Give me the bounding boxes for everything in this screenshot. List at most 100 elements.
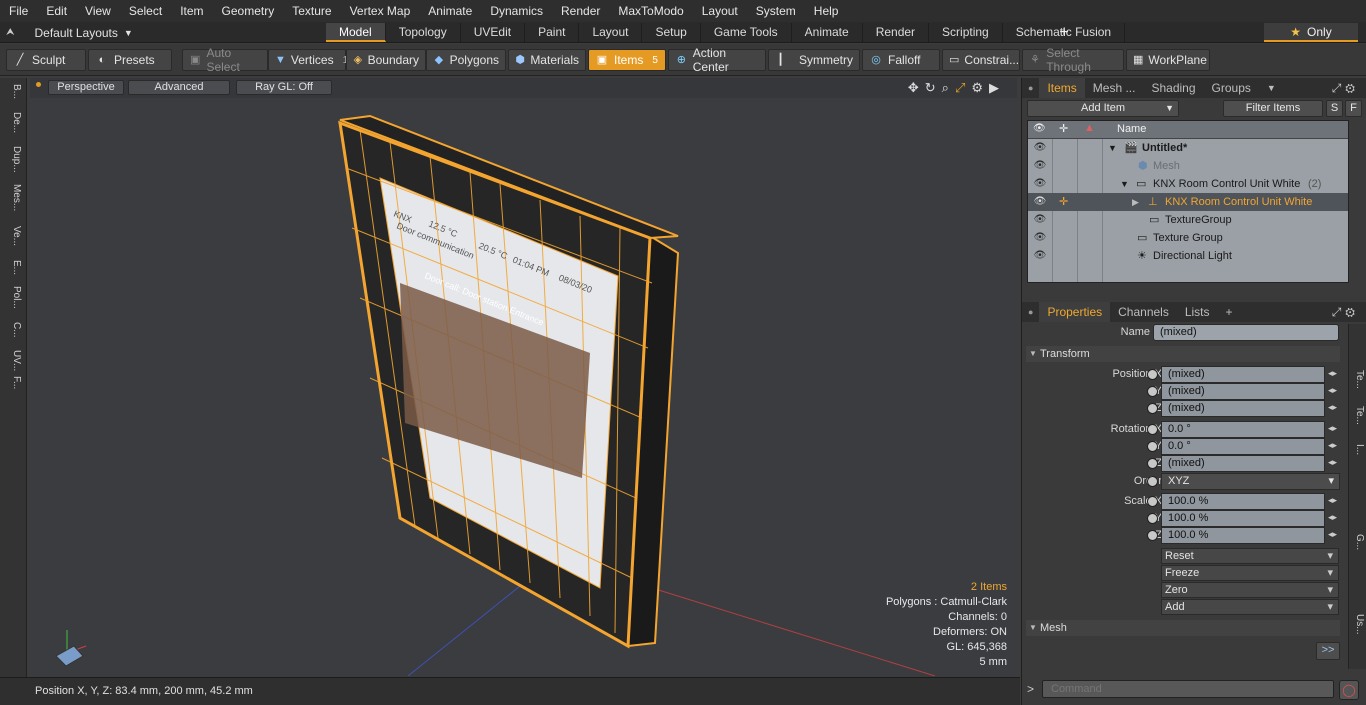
keyframe-dot[interactable]	[1147, 424, 1158, 435]
menu-texture[interactable]: Texture	[283, 0, 340, 22]
polygons-button[interactable]: ◆ Polygons	[426, 49, 506, 71]
presets-button[interactable]: ◐ Presets	[88, 49, 172, 71]
menu-animate[interactable]: Animate	[419, 0, 481, 22]
reset-button[interactable]: Reset	[1161, 548, 1339, 564]
tab-items[interactable]: Items	[1039, 78, 1085, 98]
tab-groups[interactable]: Groups	[1204, 78, 1259, 98]
materials-button[interactable]: ⬢ Materials	[508, 49, 586, 71]
left-tab[interactable]: B...	[4, 84, 22, 99]
menu-vertex-map[interactable]: Vertex Map	[341, 0, 420, 22]
keyframe-dot[interactable]	[1147, 530, 1158, 541]
visibility-eye-icon[interactable]: 👁	[1033, 175, 1047, 193]
name-field[interactable]: (mixed)	[1153, 324, 1339, 341]
left-tab[interactable]: F...	[4, 376, 22, 389]
left-tab[interactable]: De...	[4, 112, 22, 133]
add-tab-button[interactable]: +	[1218, 302, 1241, 322]
action-center-button[interactable]: ⊕ Action Center	[668, 46, 766, 74]
more-button[interactable]: >>	[1316, 642, 1340, 660]
name-column-header[interactable]: Name	[1117, 123, 1146, 135]
keyframe-dot[interactable]	[1147, 513, 1158, 524]
right-tab[interactable]: Us...	[1351, 614, 1365, 635]
tab-paint[interactable]: Paint	[525, 23, 580, 42]
panel-expand-gear-icon[interactable]: ⤢⚙	[1332, 302, 1359, 322]
keyframe-dot[interactable]	[1147, 441, 1158, 452]
f-button[interactable]: F	[1345, 100, 1362, 117]
auto-select-button[interactable]: ▣ Auto Select	[182, 46, 268, 74]
drag-arrows-icon[interactable]: ◂▸	[1328, 423, 1340, 436]
view-type-button[interactable]: Perspective	[48, 80, 124, 95]
menu-layout[interactable]: Layout	[693, 0, 747, 22]
menu-item[interactable]: Item	[171, 0, 212, 22]
falloff-button[interactable]: ◎ Falloff	[862, 49, 940, 71]
list-item[interactable]: 👁 ✛ ▶ ⊥ KNX Room Control Unit White	[1028, 193, 1348, 211]
drag-arrows-icon[interactable]: ◂▸	[1328, 495, 1340, 508]
tab-setup[interactable]: Setup	[642, 23, 701, 42]
drag-arrows-icon[interactable]: ◂▸	[1328, 440, 1340, 453]
default-layouts-dropdown[interactable]: ⮝ Default Layouts ▼	[6, 22, 133, 43]
right-tab[interactable]: Te...	[1351, 406, 1365, 425]
menu-file[interactable]: File	[0, 0, 37, 22]
tab-model[interactable]: Model	[326, 23, 386, 42]
freeze-button[interactable]: Freeze	[1161, 565, 1339, 581]
panel-menu-dot[interactable]: ●	[1022, 307, 1039, 317]
tab-render[interactable]: Render	[863, 23, 930, 42]
position-z-field[interactable]: (mixed)	[1161, 400, 1325, 417]
rotation-x-field[interactable]: 0.0 °	[1161, 421, 1325, 438]
shading-button[interactable]: Advanced	[128, 80, 230, 95]
tab-properties[interactable]: Properties	[1039, 302, 1111, 322]
menu-system[interactable]: System	[747, 0, 805, 22]
play-icon[interactable]: ▶	[989, 80, 999, 96]
command-input[interactable]	[1042, 680, 1334, 698]
visibility-eye-icon[interactable]: 👁	[1033, 229, 1047, 247]
visibility-eye-icon[interactable]: 👁	[1033, 247, 1047, 265]
drag-arrows-icon[interactable]: ◂▸	[1328, 529, 1340, 542]
position-y-field[interactable]: (mixed)	[1161, 383, 1325, 400]
rotation-z-field[interactable]: (mixed)	[1161, 455, 1325, 472]
pan-icon[interactable]: ✥	[908, 80, 919, 96]
scale-x-field[interactable]: 100.0 %	[1161, 493, 1325, 510]
list-item[interactable]: 👁 ⬢ Mesh	[1028, 157, 1348, 175]
tab-layout[interactable]: Layout	[579, 23, 643, 42]
menu-maxtomodo[interactable]: MaxToModo	[609, 0, 692, 22]
list-item[interactable]: 👁 ☀ Directional Light	[1028, 247, 1348, 265]
tab-game-tools[interactable]: Game Tools	[701, 23, 792, 42]
keyframe-dot[interactable]	[1147, 386, 1158, 397]
rotate-icon[interactable]: ↻	[925, 80, 936, 96]
transform-section-header[interactable]: Transform	[1026, 346, 1340, 362]
right-tab[interactable]: G...	[1351, 534, 1365, 550]
boundary-button[interactable]: ◈ Boundary	[346, 49, 426, 71]
list-item[interactable]: 👁 ▭ TextureGroup	[1028, 211, 1348, 229]
left-tab[interactable]: C...	[4, 322, 22, 338]
constraints-button[interactable]: ▭ Constrai...	[942, 49, 1020, 71]
mesh-section-header[interactable]: Mesh	[1026, 620, 1340, 636]
right-tab[interactable]: I...	[1351, 444, 1365, 455]
panel-menu-dot[interactable]: ●	[1022, 83, 1039, 93]
items-button[interactable]: ▣ Items 5	[588, 49, 666, 71]
left-tab[interactable]: UV...	[4, 350, 22, 371]
left-tab[interactable]: Pol...	[4, 286, 22, 309]
tab-topology[interactable]: Topology	[386, 23, 461, 42]
menu-edit[interactable]: Edit	[37, 0, 76, 22]
s-button[interactable]: S	[1326, 100, 1343, 117]
zoom-icon[interactable]: ⌕	[942, 80, 949, 96]
tab-animate[interactable]: Animate	[792, 23, 863, 42]
vertices-button[interactable]: ▼Vertices1	[268, 49, 348, 71]
gear-icon[interactable]: ⚙	[971, 80, 983, 96]
keyframe-dot[interactable]	[1147, 476, 1158, 487]
drag-arrows-icon[interactable]: ◂▸	[1328, 402, 1340, 415]
left-tab[interactable]: Dup...	[4, 146, 22, 173]
keyframe-dot[interactable]	[1147, 403, 1158, 414]
lock-icon[interactable]: ✛	[1059, 193, 1068, 211]
menu-render[interactable]: Render	[552, 0, 609, 22]
keyframe-dot[interactable]	[1147, 458, 1158, 469]
drag-arrows-icon[interactable]: ◂▸	[1328, 368, 1340, 381]
zero-button[interactable]: Zero	[1161, 582, 1339, 598]
keyframe-dot[interactable]	[1147, 496, 1158, 507]
list-item[interactable]: 👁 ▼ ▭ KNX Room Control Unit White (2)	[1028, 175, 1348, 193]
raygl-button[interactable]: Ray GL: Off	[236, 80, 332, 95]
left-tab[interactable]: E...	[4, 260, 22, 275]
tab-channels[interactable]: Channels	[1110, 302, 1177, 322]
menu-view[interactable]: View	[76, 0, 120, 22]
fit-icon[interactable]: ⤢	[955, 80, 965, 96]
viewport-menu-dot[interactable]	[36, 82, 41, 87]
